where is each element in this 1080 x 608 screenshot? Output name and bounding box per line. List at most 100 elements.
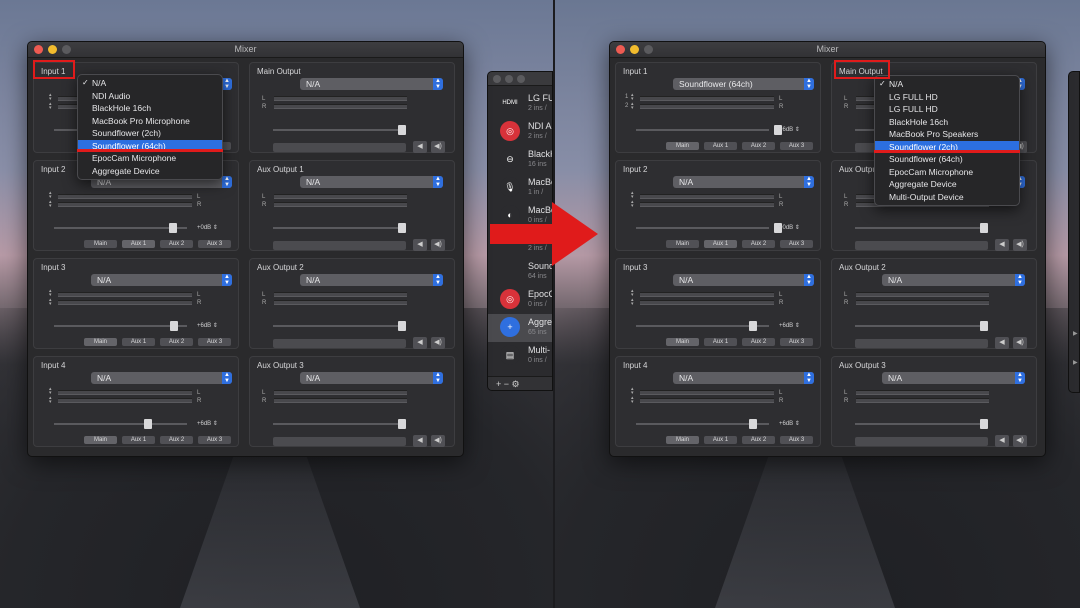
menu-item[interactable]: MacBook Pro Microphone	[78, 115, 222, 128]
channel-stepper[interactable]: ▴ ▾	[49, 396, 56, 405]
device-select[interactable]: N/A ▲▼	[882, 372, 1025, 384]
device-select[interactable]: N/A ▲▼	[300, 176, 443, 188]
disclosure-triangle-icon[interactable]: ▶	[1073, 330, 1078, 337]
gain-slider-thumb[interactable]	[749, 321, 757, 331]
menu-item[interactable]: Multi-Output Device	[875, 191, 1019, 204]
channel-stepper[interactable]: ▴ ▾	[49, 298, 56, 307]
route-button-aux1[interactable]: Aux 1	[704, 436, 737, 444]
speaker-mute-icon[interactable]: ◀	[413, 435, 427, 447]
speaker-volume-icon[interactable]: ◀)	[1013, 435, 1027, 447]
menu-item[interactable]: Soundflower (2ch)	[78, 127, 222, 140]
speaker-volume-icon[interactable]: ◀)	[431, 435, 445, 447]
device-select[interactable]: N/A ▲▼	[91, 372, 232, 384]
device-select[interactable]: Soundflower (64ch) ▲ ▼	[673, 78, 814, 90]
device-list-item[interactable]: ◎ NDI Au 2 ins /	[488, 118, 552, 146]
route-button-main[interactable]: Main	[84, 436, 117, 444]
zoom-button[interactable]	[517, 75, 525, 83]
volume-slider-thumb[interactable]	[398, 223, 406, 233]
speaker-mute-icon[interactable]: ◀	[995, 337, 1009, 349]
device-select[interactable]: N/A ▲▼	[91, 274, 232, 286]
gain-slider-thumb[interactable]	[170, 321, 178, 331]
speaker-mute-icon[interactable]: ◀	[413, 141, 427, 153]
route-button-aux3[interactable]: Aux 3	[780, 436, 813, 444]
volume-slider-thumb[interactable]	[980, 321, 988, 331]
route-button-aux1[interactable]: Aux 1	[704, 240, 737, 248]
route-button-main[interactable]: Main	[84, 240, 117, 248]
disclosure-triangle-icon[interactable]: ▶	[1073, 359, 1078, 366]
menu-item[interactable]: MacBook Pro Speakers	[875, 128, 1019, 141]
device-select[interactable]: N/A ▲▼	[300, 372, 443, 384]
menu-item[interactable]: Soundflower (64ch)	[875, 153, 1019, 166]
speaker-volume-icon[interactable]: ◀)	[431, 239, 445, 251]
route-button-aux1[interactable]: Aux 1	[122, 338, 155, 346]
menu-item[interactable]: Aggregate Device	[875, 178, 1019, 191]
route-button-aux3[interactable]: Aux 3	[780, 240, 813, 248]
route-button-aux2[interactable]: Aux 2	[160, 338, 193, 346]
menu-item[interactable]: NDI Audio	[78, 90, 222, 103]
gain-stepper-icon[interactable]: ⇕	[793, 225, 800, 231]
route-button-main[interactable]: Main	[666, 338, 699, 346]
channel-stepper[interactable]: ▴ ▾	[631, 200, 638, 209]
channel-stepper[interactable]: ▴ ▾	[631, 102, 638, 111]
volume-slider-thumb[interactable]	[980, 223, 988, 233]
speaker-volume-icon[interactable]: ◀)	[1013, 337, 1027, 349]
route-button-aux3[interactable]: Aux 3	[198, 436, 231, 444]
speaker-volume-icon[interactable]: ◀)	[431, 337, 445, 349]
device-list-footer[interactable]: + − ⚙	[488, 376, 552, 390]
route-button-aux3[interactable]: Aux 3	[780, 338, 813, 346]
volume-slider-thumb[interactable]	[398, 125, 406, 135]
output-device-menu[interactable]: ✓ N/A LG FULL HD LG FULL HD BlackHole 16ch Ma…	[874, 75, 1020, 206]
gain-stepper-icon[interactable]: ⇕	[211, 225, 218, 231]
gain-stepper-icon[interactable]: ⇕	[793, 127, 800, 133]
gain-stepper-icon[interactable]: ⇕	[211, 323, 218, 329]
speaker-mute-icon[interactable]: ◀	[995, 239, 1009, 251]
channel-stepper[interactable]: ▴ ▾	[49, 200, 56, 209]
gain-stepper-icon[interactable]: ⇕	[211, 421, 218, 427]
route-button-aux3[interactable]: Aux 3	[198, 338, 231, 346]
gain-slider-thumb[interactable]	[169, 223, 177, 233]
device-list-item[interactable]: ⊖ BlackH 16 ins	[488, 146, 552, 174]
device-select[interactable]: N/A ▲▼	[882, 274, 1025, 286]
menu-item[interactable]: EpocCam Microphone	[875, 166, 1019, 179]
menu-item[interactable]: ✓ N/A	[78, 77, 222, 90]
menu-item[interactable]: ✓ N/A	[875, 78, 1019, 91]
route-button-aux2[interactable]: Aux 2	[160, 436, 193, 444]
speaker-mute-icon[interactable]: ◀	[995, 435, 1009, 447]
volume-slider-thumb[interactable]	[980, 419, 988, 429]
volume-slider-thumb[interactable]	[398, 419, 406, 429]
channel-stepper[interactable]: ▴ ▾	[631, 396, 638, 405]
device-list-item[interactable]: ▤ Multi- 0 ins /	[488, 342, 552, 370]
device-select[interactable]: N/A ▲▼	[673, 372, 814, 384]
device-select[interactable]: N/A ▲▼	[673, 274, 814, 286]
route-button-main[interactable]: Main	[666, 240, 699, 248]
close-button[interactable]	[493, 75, 501, 83]
device-list-item[interactable]: + Aggre 65 ins	[488, 314, 552, 342]
speaker-mute-icon[interactable]: ◀	[413, 337, 427, 349]
device-select[interactable]: N/A ▲▼	[300, 274, 443, 286]
route-button-aux3[interactable]: Aux 3	[780, 142, 813, 150]
device-select[interactable]: N/A ▲▼	[300, 78, 443, 90]
menu-item[interactable]: LG FULL HD	[875, 91, 1019, 104]
device-list-item[interactable]: ◎ EpocC 0 ins /	[488, 286, 552, 314]
gain-slider-thumb[interactable]	[749, 419, 757, 429]
device-select[interactable]: N/A ▲▼	[673, 176, 814, 188]
device-list-item[interactable]: HDMI LG FU 2 ins /	[488, 90, 552, 118]
channel-stepper[interactable]: ▴ ▾	[631, 298, 638, 307]
route-button-aux2[interactable]: Aux 2	[742, 240, 775, 248]
menu-item[interactable]: EpocCam Microphone	[78, 152, 222, 165]
minimize-button[interactable]	[505, 75, 513, 83]
gain-slider-thumb[interactable]	[144, 419, 152, 429]
route-button-aux1[interactable]: Aux 1	[704, 142, 737, 150]
route-button-aux1[interactable]: Aux 1	[122, 240, 155, 248]
route-button-main[interactable]: Main	[666, 436, 699, 444]
route-button-aux2[interactable]: Aux 2	[160, 240, 193, 248]
menu-item[interactable]: LG FULL HD	[875, 103, 1019, 116]
route-button-aux2[interactable]: Aux 2	[742, 436, 775, 444]
menu-item[interactable]: Aggregate Device	[78, 165, 222, 178]
route-button-main[interactable]: Main	[666, 142, 699, 150]
route-button-aux3[interactable]: Aux 3	[198, 240, 231, 248]
route-button-aux2[interactable]: Aux 2	[742, 338, 775, 346]
gain-stepper-icon[interactable]: ⇕	[793, 323, 800, 329]
input-device-menu[interactable]: ✓ N/A NDI Audio BlackHole 16ch MacBook Pro M…	[77, 74, 223, 180]
route-button-aux1[interactable]: Aux 1	[704, 338, 737, 346]
